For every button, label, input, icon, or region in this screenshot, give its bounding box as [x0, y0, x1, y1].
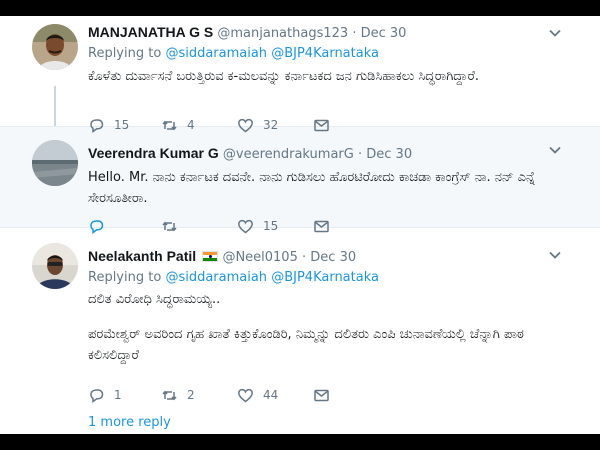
chevron-down-icon[interactable] — [548, 26, 562, 40]
message-button[interactable] — [313, 117, 389, 134]
mention-link[interactable]: @siddaramaiah — [165, 270, 267, 285]
tweet-thread: MANJANATHA G S @manjanathags123 · Dec 30… — [0, 16, 600, 434]
retweet-icon — [162, 120, 177, 130]
like-count: 44 — [263, 388, 279, 402]
tweet-paragraph: ದಲಿತ ವಿರೋಧಿ ಸಿದ್ಧರಾಮಯ್ಯ.. — [88, 292, 221, 307]
mention-link[interactable]: @BJP4Karnataka — [271, 270, 379, 285]
tweet-actions: 1 2 44 — [88, 384, 389, 406]
replying-prefix: Replying to — [88, 270, 162, 285]
separator-dot: · — [357, 147, 363, 162]
separator-dot: · — [302, 250, 307, 265]
tweet-actions: 15 4 32 — [88, 114, 389, 136]
tweet-text: ದಲಿತ ವಿರೋಧಿ ಸಿದ್ಧರಾಮಯ್ಯ.. ಪರಮೇಶ್ವರ್ ಅವರಿ… — [88, 289, 560, 366]
tweet-body: Neelakanth Patil @Neel0105 · Dec 30 Repl… — [88, 246, 560, 366]
replying-prefix: Replying to — [88, 46, 162, 61]
tweet-header: Neelakanth Patil @Neel0105 · Dec 30 — [88, 246, 560, 268]
tweet-body: MANJANATHA G S @manjanathags123 · Dec 30… — [88, 22, 560, 87]
india-flag-icon — [202, 251, 219, 262]
tweet-paragraph: ಕೊಳೆತು ದುರ್ವಾಸನೆ ಬರುತ್ತಿರುವ ಕ-ಮಲವನ್ನು ಕರ… — [88, 69, 479, 84]
message-icon — [314, 389, 329, 401]
separator-dot: · — [352, 26, 357, 41]
tweet-text: ಕೊಳೆತು ದುರ್ವಾಸನೆ ಬರುತ್ತಿರುವ ಕ-ಮಲವನ್ನು ಕರ… — [88, 66, 560, 87]
reply-icon — [90, 118, 104, 133]
like-button[interactable]: 32 — [237, 117, 313, 134]
tweet-date[interactable]: Dec 30 — [361, 26, 407, 41]
retweet-icon — [162, 390, 177, 400]
profile-photo-man-2 — [32, 243, 78, 289]
tweet-paragraph: Hello. Mr. ನಾನು ಕರ್ನಾಟಕ ದವನೇ. ನಾನು ಗುಡಿಸ… — [88, 170, 536, 206]
retweet-count: 2 — [187, 388, 195, 402]
retweet-button[interactable]: 2 — [161, 387, 237, 404]
tweet-header: Veerendra Kumar G @veerendrakumarG · Dec… — [88, 143, 560, 165]
message-button[interactable] — [313, 387, 389, 404]
reply-button[interactable]: 1 — [88, 387, 161, 404]
replying-to: Replying to @siddaramaiah @BJP4Karnataka — [88, 268, 560, 288]
retweet-count: 4 — [187, 118, 195, 132]
reply-count: 1 — [114, 388, 122, 402]
display-name[interactable]: MANJANATHA G S — [88, 24, 213, 40]
like-button[interactable]: 44 — [237, 387, 313, 404]
display-name[interactable]: Veerendra Kumar G — [88, 145, 219, 161]
tweet-3[interactable]: Neelakanth Patil @Neel0105 · Dec 30 Repl… — [0, 228, 600, 434]
like-icon — [238, 388, 253, 402]
tweet-date[interactable]: Dec 30 — [310, 250, 356, 265]
display-name[interactable]: Neelakanth Patil — [88, 248, 196, 264]
avatar[interactable] — [32, 24, 78, 70]
like-icon — [238, 118, 253, 132]
tweet-header: MANJANATHA G S @manjanathags123 · Dec 30 — [88, 22, 560, 44]
reply-icon — [90, 388, 104, 403]
like-count: 32 — [263, 118, 279, 132]
tweet-date[interactable]: Dec 30 — [366, 147, 412, 162]
profile-photo-man — [32, 24, 78, 70]
reply-count: 15 — [114, 118, 130, 132]
tweet-1[interactable]: MANJANATHA G S @manjanathags123 · Dec 30… — [0, 16, 600, 126]
tweet-2[interactable]: Veerendra Kumar G @veerendrakumarG · Dec… — [0, 126, 600, 234]
reply-button[interactable]: 15 — [88, 117, 161, 134]
retweet-button[interactable]: 4 — [161, 117, 237, 134]
tweet-text: Hello. Mr. ನಾನು ಕರ್ನಾಟಕ ದವನೇ. ನಾನು ಗುಡಿಸ… — [88, 167, 560, 209]
tweet-paragraph: ಪರಮೇಶ್ವರ್ ಅವರಿಂದ ಗೃಹ ಖಾತೆ ಕಿತ್ತುಕೊಂಡಿರಿ,… — [88, 327, 524, 363]
chevron-down-icon[interactable] — [548, 143, 562, 157]
chevron-down-icon[interactable] — [548, 248, 562, 262]
message-icon — [314, 119, 329, 131]
replying-to: Replying to @siddaramaiah @BJP4Karnataka — [88, 44, 560, 64]
profile-photo-landscape — [32, 140, 78, 186]
tweet-body: Veerendra Kumar G @veerendrakumarG · Dec… — [88, 143, 560, 209]
avatar[interactable] — [32, 140, 78, 186]
mention-link[interactable]: @siddaramaiah — [165, 46, 267, 61]
handle[interactable]: @veerendrakumarG — [223, 147, 354, 162]
handle[interactable]: @manjanathags123 — [217, 26, 348, 41]
handle[interactable]: @Neel0105 — [222, 250, 297, 265]
avatar[interactable] — [32, 243, 78, 289]
mention-link[interactable]: @BJP4Karnataka — [271, 46, 379, 61]
more-replies-link[interactable]: 1 more reply — [88, 415, 171, 430]
